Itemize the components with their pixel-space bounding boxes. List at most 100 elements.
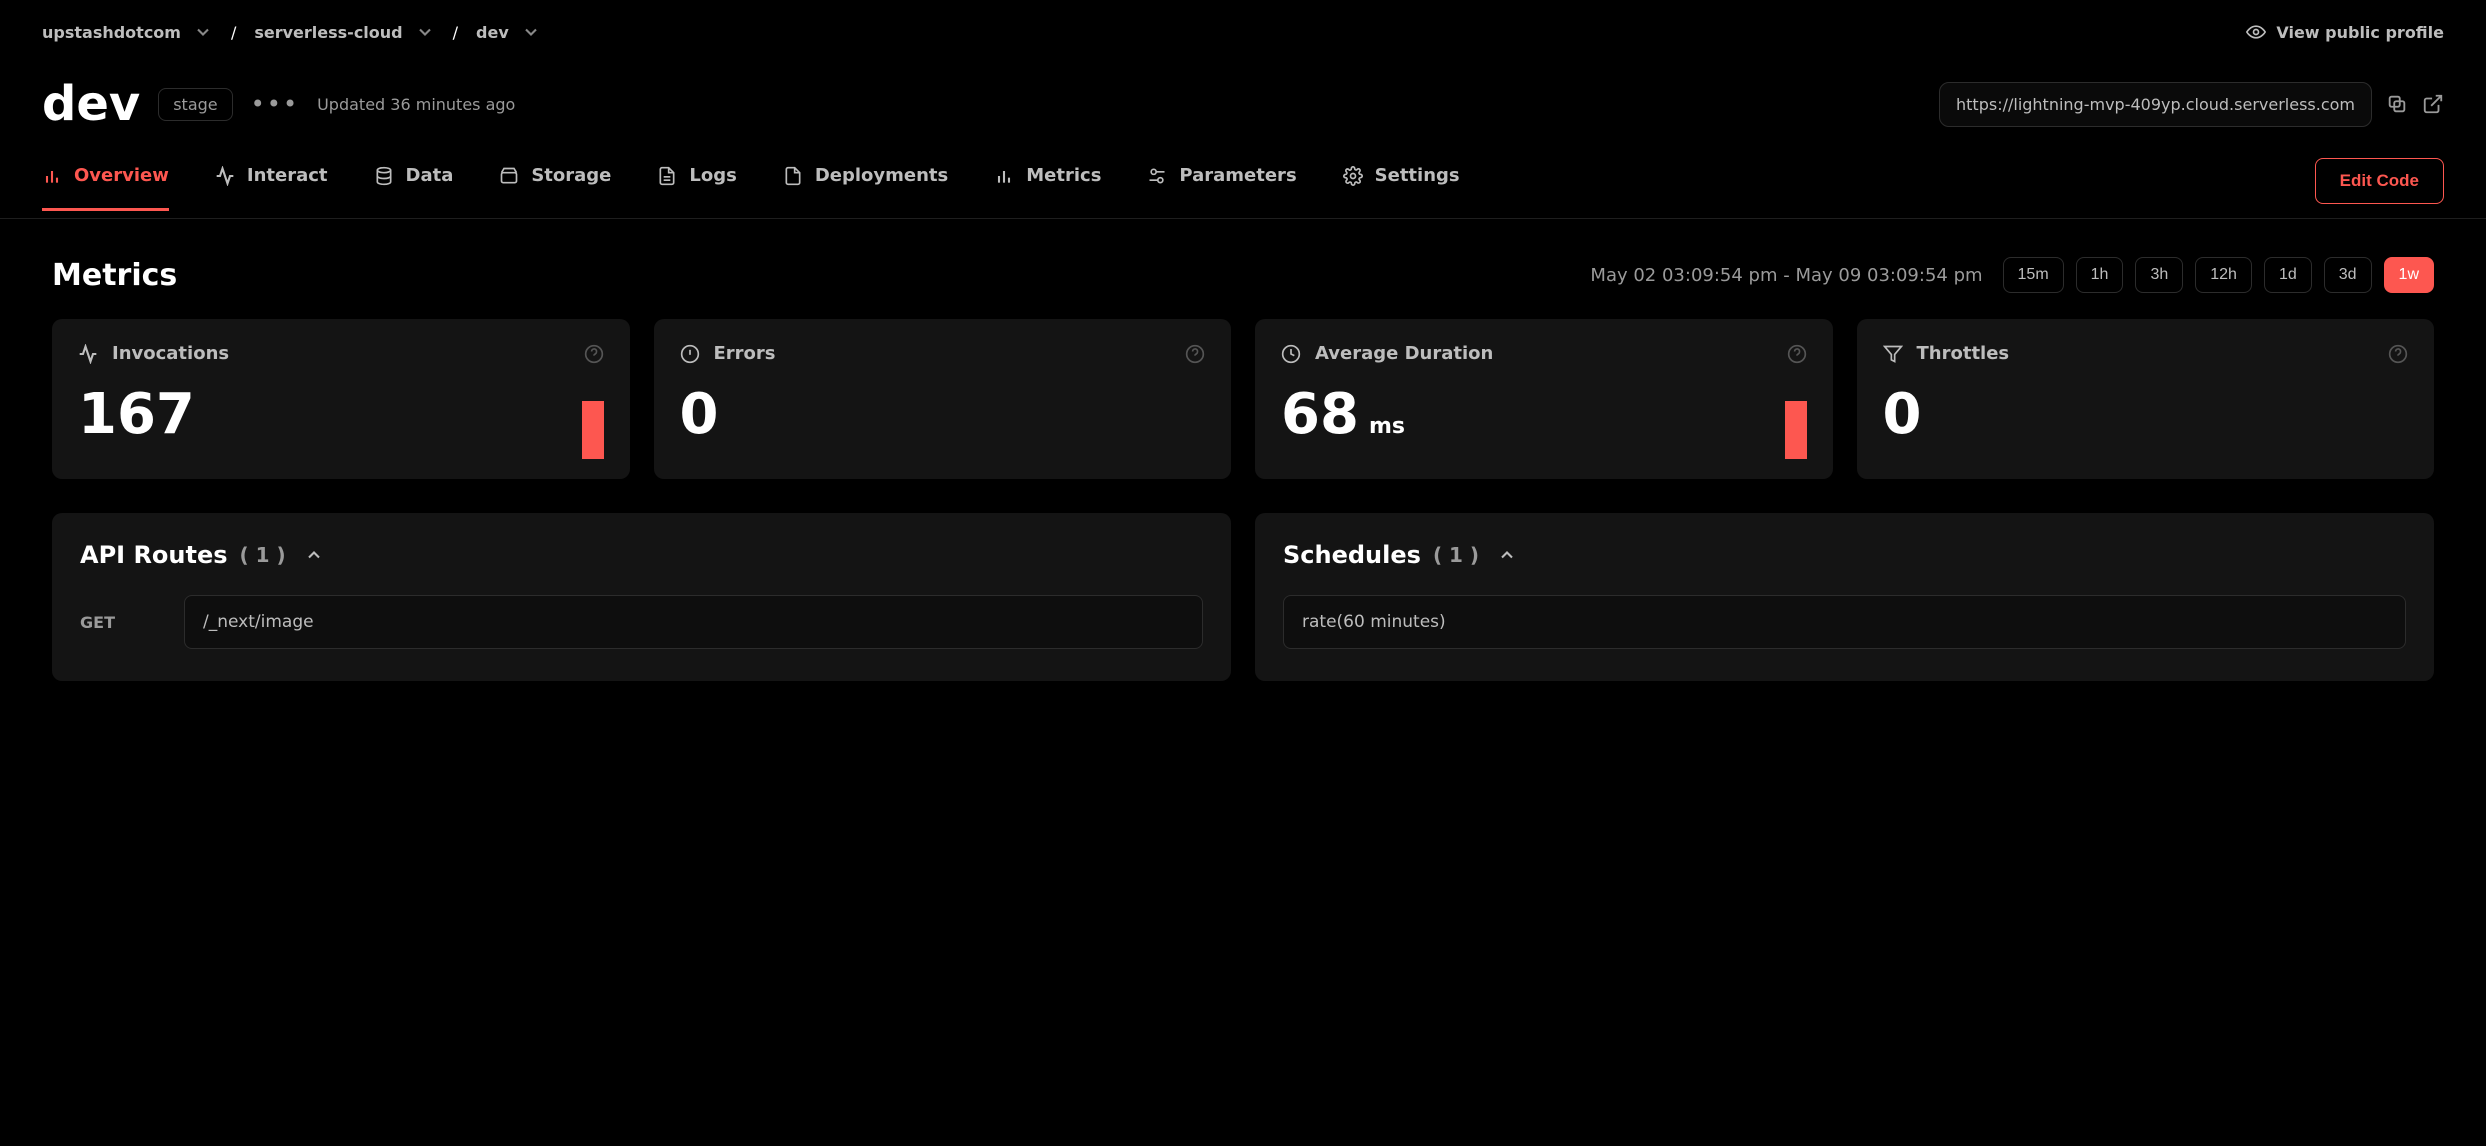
- page-header: dev stage ••• Updated 36 minutes ago htt…: [0, 42, 2486, 128]
- tab-interact[interactable]: Interact: [215, 165, 328, 211]
- tab-label: Interact: [247, 165, 328, 186]
- filter-icon: [1883, 344, 1903, 364]
- range-1d[interactable]: 1d: [2264, 257, 2312, 293]
- help-icon[interactable]: [2388, 344, 2408, 364]
- card-value: 0: [680, 382, 1206, 447]
- alert-circle-icon: [680, 344, 700, 364]
- tab-label: Metrics: [1026, 165, 1101, 186]
- schedules-panel: Schedules ( 1 ) rate(60 minutes): [1255, 513, 2434, 681]
- tab-storage[interactable]: Storage: [499, 165, 611, 211]
- chevron-down-icon: [521, 22, 541, 42]
- chevron-up-icon: [1497, 545, 1517, 565]
- eye-icon: [2246, 22, 2266, 42]
- view-public-profile-label: View public profile: [2276, 23, 2444, 42]
- stage-badge: stage: [158, 88, 232, 121]
- schedules-header[interactable]: Schedules ( 1 ): [1283, 541, 2406, 569]
- api-route-row[interactable]: GET /_next/image: [80, 595, 1203, 649]
- edit-code-button[interactable]: Edit Code: [2315, 158, 2444, 204]
- tab-deployments[interactable]: Deployments: [783, 165, 948, 211]
- schedules-count: ( 1 ): [1433, 543, 1479, 567]
- card-title-label: Average Duration: [1315, 343, 1493, 364]
- tab-parameters[interactable]: Parameters: [1147, 165, 1296, 211]
- metric-cards: Invocations 167 Errors 0 Average Duratio…: [52, 319, 2434, 479]
- external-link-icon: [2422, 93, 2444, 115]
- content: Metrics May 02 03:09:54 pm - May 09 03:0…: [0, 219, 2486, 741]
- bar-chart-icon: [42, 166, 62, 186]
- card-unit: ms: [1369, 414, 1405, 439]
- gear-icon: [1343, 166, 1363, 186]
- route-path: /_next/image: [184, 595, 1203, 649]
- api-routes-header[interactable]: API Routes ( 1 ): [80, 541, 1203, 569]
- card-title-label: Errors: [714, 343, 776, 364]
- breadcrumb-stage-label: dev: [476, 23, 509, 42]
- file-text-icon: [657, 166, 677, 186]
- schedule-expression: rate(60 minutes): [1283, 595, 2406, 649]
- card-errors[interactable]: Errors 0: [654, 319, 1232, 479]
- sliders-icon: [1147, 166, 1167, 186]
- range-1h[interactable]: 1h: [2076, 257, 2124, 293]
- breadcrumb-stage[interactable]: dev: [476, 22, 541, 42]
- api-routes-count: ( 1 ): [240, 543, 286, 567]
- breadcrumb-project-label: serverless-cloud: [254, 23, 402, 42]
- range-15m[interactable]: 15m: [2003, 257, 2064, 293]
- tab-label: Settings: [1375, 165, 1460, 186]
- bar-chart-icon: [994, 166, 1014, 186]
- range-12h[interactable]: 12h: [2195, 257, 2252, 293]
- time-range: May 02 03:09:54 pm - May 09 03:09:54 pm …: [1590, 257, 2434, 293]
- chevron-up-icon: [304, 545, 324, 565]
- tab-data[interactable]: Data: [374, 165, 454, 211]
- copy-icon: [2386, 93, 2408, 115]
- card-title-label: Throttles: [1917, 343, 2010, 364]
- card-title-label: Invocations: [112, 343, 229, 364]
- help-icon[interactable]: [1787, 344, 1807, 364]
- tab-metrics[interactable]: Metrics: [994, 165, 1101, 211]
- view-public-profile-link[interactable]: View public profile: [2246, 22, 2444, 42]
- page-title: dev: [42, 80, 140, 128]
- breadcrumb: upstashdotcom / serverless-cloud / dev V…: [0, 0, 2486, 42]
- more-menu[interactable]: •••: [251, 92, 299, 116]
- help-icon[interactable]: [584, 344, 604, 364]
- tab-label: Deployments: [815, 165, 948, 186]
- range-3h[interactable]: 3h: [2135, 257, 2183, 293]
- help-icon[interactable]: [1185, 344, 1205, 364]
- chevron-down-icon: [193, 22, 213, 42]
- http-method: GET: [80, 613, 160, 632]
- deployment-url[interactable]: https://lightning-mvp-409yp.cloud.server…: [1939, 82, 2372, 127]
- breadcrumb-separator: /: [453, 23, 458, 42]
- range-1w[interactable]: 1w: [2384, 257, 2434, 293]
- card-value: 0: [1883, 382, 2409, 447]
- tab-label: Parameters: [1179, 165, 1296, 186]
- tab-overview[interactable]: Overview: [42, 165, 169, 211]
- tab-label: Logs: [689, 165, 736, 186]
- card-value: 167: [78, 382, 604, 447]
- card-avg-duration[interactable]: Average Duration 68 ms: [1255, 319, 1833, 479]
- time-range-text: May 02 03:09:54 pm - May 09 03:09:54 pm: [1590, 265, 1982, 286]
- database-icon: [374, 166, 394, 186]
- clock-icon: [1281, 344, 1301, 364]
- hard-drive-icon: [499, 166, 519, 186]
- tabs: Overview Interact Data Storage Logs Depl…: [0, 128, 2486, 219]
- tab-logs[interactable]: Logs: [657, 165, 736, 211]
- card-value: 68: [1281, 382, 1359, 447]
- tab-label: Overview: [74, 165, 169, 186]
- card-invocations[interactable]: Invocations 167: [52, 319, 630, 479]
- open-url-button[interactable]: [2422, 93, 2444, 115]
- schedules-title: Schedules: [1283, 541, 1421, 569]
- range-3d[interactable]: 3d: [2324, 257, 2372, 293]
- breadcrumb-org[interactable]: upstashdotcom: [42, 22, 213, 42]
- activity-icon: [78, 344, 98, 364]
- api-routes-title: API Routes: [80, 541, 228, 569]
- breadcrumb-org-label: upstashdotcom: [42, 23, 181, 42]
- chevron-down-icon: [415, 22, 435, 42]
- file-icon: [783, 166, 803, 186]
- card-throttles[interactable]: Throttles 0: [1857, 319, 2435, 479]
- schedule-row[interactable]: rate(60 minutes): [1283, 595, 2406, 649]
- api-routes-panel: API Routes ( 1 ) GET /_next/image: [52, 513, 1231, 681]
- activity-icon: [215, 166, 235, 186]
- copy-url-button[interactable]: [2386, 93, 2408, 115]
- tab-label: Storage: [531, 165, 611, 186]
- spark-bar: [582, 401, 604, 459]
- breadcrumb-project[interactable]: serverless-cloud: [254, 22, 434, 42]
- tab-label: Data: [406, 165, 454, 186]
- tab-settings[interactable]: Settings: [1343, 165, 1460, 211]
